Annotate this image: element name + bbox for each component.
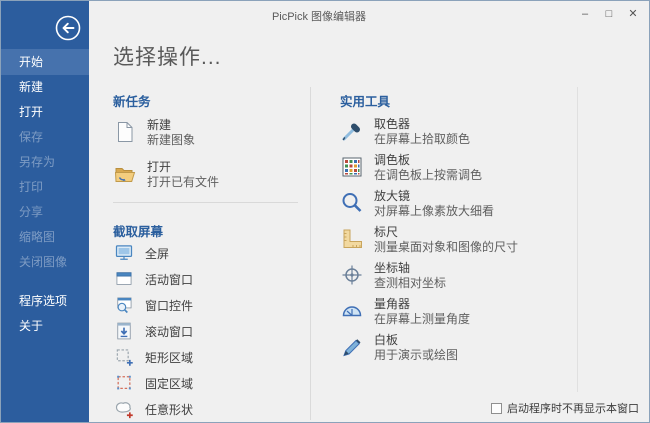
minimize-button[interactable]: –	[573, 5, 597, 23]
section-separator	[113, 202, 298, 203]
sidebar-item-save: 保存	[1, 125, 89, 150]
startup-checkbox-label: 启动程序时不再显示本窗口	[507, 400, 639, 416]
column-divider	[310, 87, 311, 420]
item-label: 打开	[147, 160, 219, 175]
item-sublabel: 在屏幕上拾取颜色	[374, 132, 470, 146]
color-picker-icon	[340, 119, 364, 143]
backstage-main: 选择操作... 新任务 新建 新建图象	[89, 29, 649, 422]
item-label: 活动窗口	[145, 271, 193, 288]
item-sublabel: 用于演示或绘图	[374, 348, 458, 362]
item-sublabel: 测量桌面对象和图像的尺寸	[374, 240, 518, 254]
sidebar-item-share: 分享	[1, 200, 89, 225]
crosshair-icon	[340, 263, 364, 287]
title-bar: PicPick 图像编辑器 – □ ✕	[89, 1, 649, 29]
sidebar-item-save-as: 另存为	[1, 150, 89, 175]
item-sublabel: 在调色板上按需调色	[374, 168, 482, 182]
magnifier-icon	[340, 191, 364, 215]
item-label: 放大镜	[374, 189, 494, 204]
sidebar-item-close-image: 关闭图像	[1, 250, 89, 275]
startup-option[interactable]: 启动程序时不再显示本窗口	[491, 400, 639, 416]
tools-heading: 实用工具	[340, 91, 590, 110]
capture-scrolling-window-item[interactable]: 滚动窗口	[113, 318, 310, 344]
sidebar-item-options[interactable]: 程序选项	[1, 289, 89, 314]
item-label: 坐标轴	[374, 261, 446, 276]
item-sublabel: 在屏幕上测量角度	[374, 312, 470, 326]
item-label: 量角器	[374, 297, 470, 312]
sidebar-item-open[interactable]: 打开	[1, 100, 89, 125]
sidebar-footer: 程序选项 关于	[1, 289, 89, 339]
capture-active-window-item[interactable]: 活动窗口	[113, 266, 310, 292]
item-label: 任意形状	[145, 401, 193, 418]
fixed-region-icon	[113, 373, 135, 393]
item-label: 标尺	[374, 225, 518, 240]
capture-heading: 截取屏幕	[113, 221, 310, 240]
freeform-region-icon	[113, 399, 135, 419]
capture-rectangle-item[interactable]: 矩形区域	[113, 344, 310, 370]
crosshair-item[interactable]: 坐标轴 查测相对坐标	[340, 261, 590, 290]
whiteboard-item[interactable]: 白板 用于演示或绘图	[340, 333, 590, 362]
capture-fullscreen-item[interactable]: 全屏	[113, 240, 310, 266]
new-tasks-heading: 新任务	[113, 91, 310, 110]
window-control-icon	[113, 295, 135, 315]
rectangle-region-icon	[113, 347, 135, 367]
sidebar-item-print: 打印	[1, 175, 89, 200]
sidebar-item-start[interactable]: 开始	[1, 49, 89, 75]
magnifier-item[interactable]: 放大镜 对屏幕上像素放大细看	[340, 189, 590, 218]
new-image-item[interactable]: 新建 新建图象	[113, 118, 310, 152]
sidebar-item-about[interactable]: 关于	[1, 314, 89, 339]
ruler-item[interactable]: 标尺 测量桌面对象和图像的尺寸	[340, 225, 590, 254]
page-title: 选择操作...	[113, 41, 649, 71]
window-controls: – □ ✕	[573, 5, 645, 23]
startup-checkbox[interactable]	[491, 403, 502, 414]
color-palette-item[interactable]: 调色板 在调色板上按需调色	[340, 153, 590, 182]
open-folder-icon	[113, 162, 137, 186]
protractor-item[interactable]: 量角器 在屏幕上测量角度	[340, 297, 590, 326]
active-window-icon	[113, 269, 135, 289]
ruler-icon	[340, 227, 364, 251]
scrolling-window-icon	[113, 321, 135, 341]
item-label: 取色器	[374, 117, 470, 132]
item-label: 窗口控件	[145, 297, 193, 314]
open-file-item[interactable]: 打开 打开已有文件	[113, 160, 310, 194]
sidebar-item-new[interactable]: 新建	[1, 75, 89, 100]
item-label: 调色板	[374, 153, 482, 168]
new-document-icon	[113, 120, 137, 144]
close-button[interactable]: ✕	[621, 5, 645, 23]
backstage-sidebar: 开始 新建 打开 保存 另存为 打印 分享 缩略图 关闭图像 程序选项 关于	[1, 1, 89, 422]
left-column: 新任务 新建 新建图象	[113, 73, 310, 423]
capture-window-control-item[interactable]: 窗口控件	[113, 292, 310, 318]
sidebar-nav: 开始 新建 打开 保存 另存为 打印 分享 缩略图 关闭图像	[1, 49, 89, 275]
item-label: 白板	[374, 333, 458, 348]
right-column-divider	[577, 87, 578, 392]
item-sublabel: 新建图象	[147, 133, 195, 147]
whiteboard-pen-icon	[340, 335, 364, 359]
protractor-icon	[340, 299, 364, 323]
capture-fixed-region-item[interactable]: 固定区域	[113, 370, 310, 396]
picpick-window: PicPick 图像编辑器 – □ ✕ 开始 新建 打开 保存 另存为 打印 分…	[0, 0, 650, 423]
item-label: 固定区域	[145, 375, 193, 392]
fullscreen-monitor-icon	[113, 243, 135, 263]
item-label: 全屏	[145, 245, 169, 262]
capture-freeform-item[interactable]: 任意形状	[113, 396, 310, 422]
item-sublabel: 查测相对坐标	[374, 276, 446, 290]
item-label: 矩形区域	[145, 349, 193, 366]
back-arrow-icon	[54, 14, 82, 42]
item-sublabel: 打开已有文件	[147, 175, 219, 189]
maximize-button[interactable]: □	[597, 5, 621, 23]
right-column: 实用工具 取色器 在屏幕上拾取颜色	[340, 73, 590, 423]
item-sublabel: 对屏幕上像素放大细看	[374, 204, 494, 218]
item-label: 滚动窗口	[145, 323, 193, 340]
window-title: PicPick 图像编辑器	[89, 8, 549, 24]
item-label: 新建	[147, 118, 195, 133]
color-palette-icon	[340, 155, 364, 179]
sidebar-item-thumbnail: 缩略图	[1, 225, 89, 250]
color-picker-item[interactable]: 取色器 在屏幕上拾取颜色	[340, 117, 590, 146]
back-button[interactable]	[54, 14, 82, 42]
